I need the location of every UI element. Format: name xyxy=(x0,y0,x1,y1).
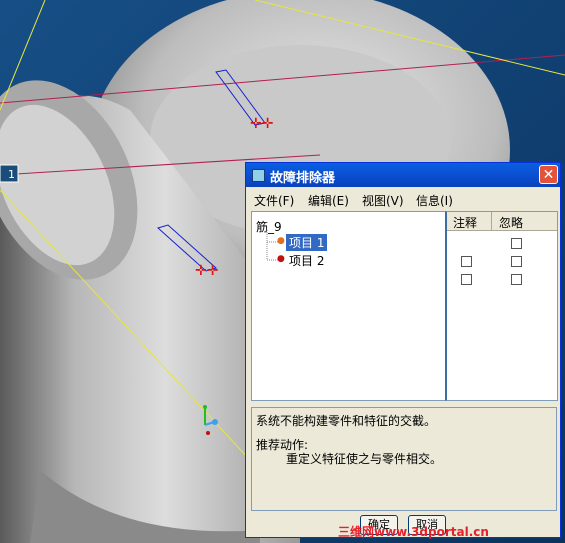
bullet-icon: ● xyxy=(277,236,285,246)
svg-text:✛✛: ✛✛ xyxy=(195,263,218,279)
note-checkbox-1[interactable] xyxy=(461,256,472,267)
bullet-icon: ● xyxy=(277,254,285,264)
column-note[interactable]: 注释 xyxy=(453,214,477,231)
ignore-checkbox-root[interactable] xyxy=(511,238,522,249)
message-text: 系统不能构建零件和特征的交截。 xyxy=(256,414,437,428)
menu-view[interactable]: 视图(V) xyxy=(362,192,404,209)
tree-pane[interactable]: 筋_9 ● 项目 1 ● 项目 2 xyxy=(251,211,446,401)
menu-edit[interactable]: 编辑(E) xyxy=(308,192,349,209)
column-header: 注释 忽略 xyxy=(447,212,557,231)
watermark: 三维网www.3dportal.cn xyxy=(338,525,489,539)
title-bar[interactable]: 故障排除器 ✕ xyxy=(246,163,560,187)
ignore-checkbox-1[interactable] xyxy=(511,256,522,267)
message-pane: 系统不能构建零件和特征的交截。 推荐动作: 重定义特征使之与零件相交。 xyxy=(251,407,557,511)
close-button[interactable]: ✕ xyxy=(539,165,558,184)
menu-info[interactable]: 信息(I) xyxy=(416,192,453,209)
column-ignore[interactable]: 忽略 xyxy=(499,214,523,231)
ignore-checkbox-2[interactable] xyxy=(511,274,522,285)
column-pane: 注释 忽略 xyxy=(445,211,558,401)
window-icon xyxy=(252,169,265,182)
viewport-label: 1 xyxy=(8,168,15,181)
menu-file[interactable]: 文件(F) xyxy=(254,192,294,209)
column-divider xyxy=(491,212,492,230)
tree-item-1[interactable]: 项目 1 xyxy=(286,234,328,251)
troubleshooter-dialog: 故障排除器 ✕ 文件(F) 编辑(E) 视图(V) 信息(I) 筋_9 ● 项目… xyxy=(245,162,561,538)
note-checkbox-2[interactable] xyxy=(461,274,472,285)
svg-text:✛✛: ✛✛ xyxy=(250,116,273,132)
recommendation-text: 重定义特征使之与零件相交。 xyxy=(286,452,443,466)
tree-item-2[interactable]: 项目 2 xyxy=(289,252,324,269)
menu-bar: 文件(F) 编辑(E) 视图(V) 信息(I) xyxy=(246,188,560,208)
window-title: 故障排除器 xyxy=(270,171,336,186)
